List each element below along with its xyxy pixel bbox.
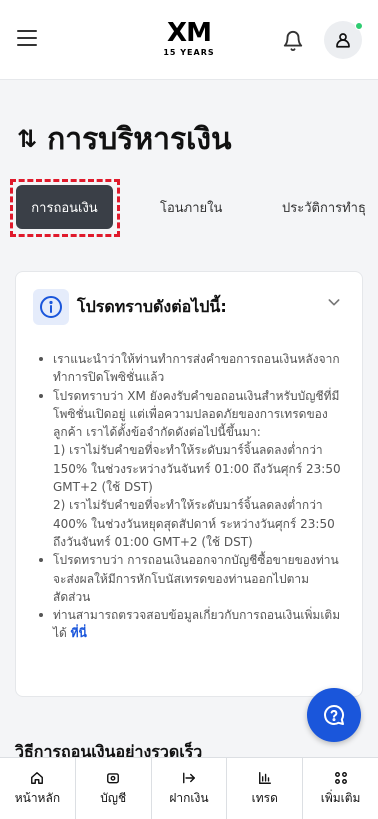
nav-item-more[interactable]: เพิ่มเติม <box>303 758 378 819</box>
top-header: XM 15 YEARS <box>0 0 378 80</box>
grid-icon <box>334 769 348 787</box>
tab-internal-transfer[interactable]: โอนภายใน <box>160 197 222 218</box>
list-item: ท่านสามารถตรวจสอบข้อมูลเกี่ยวกับการถอนเง… <box>36 606 344 643</box>
tab-withdrawal[interactable]: การถอนเงิน <box>16 185 113 229</box>
avatar[interactable] <box>324 21 363 59</box>
nav-label: บัญชี <box>100 791 127 805</box>
list-item: เราแนะนำว่าให้ท่านทำการส่งคำขอการถอนเงิน… <box>36 350 344 387</box>
chart-icon <box>258 769 272 787</box>
info-icon <box>33 289 69 325</box>
wallet-icon <box>106 769 120 787</box>
chevron-down-icon[interactable] <box>326 294 342 314</box>
nav-label: เทรด <box>251 791 278 805</box>
page-title-text: การบริหารเงิน <box>47 121 232 157</box>
nav-label: ฝากเงิน <box>169 791 209 805</box>
notice-title: โปรดทราบดังต่อไปนี้: <box>77 297 227 316</box>
bell-icon[interactable] <box>282 30 304 52</box>
user-icon <box>336 33 350 48</box>
nav-label: เพิ่มเติม <box>320 791 361 805</box>
hamburger-menu-icon[interactable] <box>17 30 37 48</box>
notice-list: เราแนะนำว่าให้ท่านทำการส่งคำขอการถอนเงิน… <box>36 350 344 643</box>
help-chat-button[interactable] <box>307 688 361 742</box>
tab-transaction-history[interactable]: ประวัติการทำธุ <box>282 197 366 218</box>
online-status-dot <box>355 22 363 30</box>
nav-item-home[interactable]: หน้าหลัก <box>0 758 76 819</box>
list-item: โปรดทราบว่า XM ยังคงรับคำขอถอนเงินสำหรับ… <box>36 387 344 552</box>
list-item: โปรดทราบว่า การถอนเงินออกจากบัญชีซื้อขาย… <box>36 551 344 606</box>
transfer-arrows-icon: ⇅ <box>17 125 38 153</box>
nav-item-deposit[interactable]: ฝากเงิน <box>152 758 228 819</box>
nav-item-trade[interactable]: เทรด <box>227 758 304 819</box>
page-title: ⇅ การบริหารเงิน <box>17 118 232 160</box>
chat-question-icon <box>324 705 344 725</box>
logo-main: XM <box>167 18 212 48</box>
nav-item-account[interactable]: บัญชี <box>76 758 152 819</box>
home-icon <box>30 769 44 787</box>
deposit-icon <box>182 769 196 787</box>
bottom-nav: หน้าหลัก บัญชี ฝากเงิน เทรด เพิ่มเติม <box>0 757 378 819</box>
logo-sub: 15 YEARS <box>163 48 215 57</box>
more-info-link[interactable]: ที่นี่ <box>71 626 87 640</box>
notice-card: โปรดทราบดังต่อไปนี้: เราแนะนำว่าให้ท่านท… <box>15 271 363 697</box>
xm-logo[interactable]: XM 15 YEARS <box>160 20 218 60</box>
nav-label: หน้าหลัก <box>14 791 61 805</box>
